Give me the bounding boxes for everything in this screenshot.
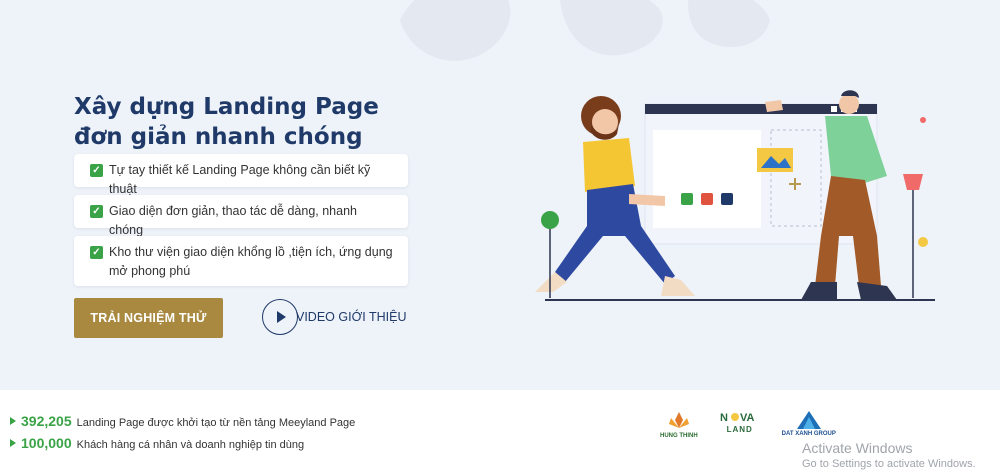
video-intro-label: VIDEO GIỚI THIỆU xyxy=(296,310,407,324)
hero-illustration xyxy=(535,90,935,301)
feature-text: Tự tay thiết kế Landing Page không cần b… xyxy=(109,163,371,196)
feature-item: ✓ Giao diện đơn giản, thao tác dễ dàng, … xyxy=(74,195,408,237)
partner-novaland: N VA LAND xyxy=(720,410,760,434)
feature-item: ✓ Kho thư viện giao diện khổng lồ ,tiện … xyxy=(74,236,408,286)
check-icon: ✓ xyxy=(90,246,103,259)
hero-section: Xây dựng Landing Page đơn giản nhanh chó… xyxy=(0,0,1000,390)
triangle-right-icon xyxy=(10,439,16,447)
triangle-right-icon xyxy=(10,417,16,425)
partner-logos: HUNG THINH N VA LAND DAT XANH GROUP xyxy=(660,410,836,439)
svg-text:N: N xyxy=(720,412,728,424)
partner-name: HUNG THINH xyxy=(660,433,698,439)
datxanh-logo-icon xyxy=(796,411,821,429)
world-map-icon xyxy=(400,0,770,61)
check-icon: ✓ xyxy=(90,205,103,218)
stat-text: Landing Page được khởi tạo từ nền tảng M… xyxy=(76,417,356,429)
activate-windows-watermark: Activate Windows Go to Settings to activ… xyxy=(802,440,976,472)
stat-item: 100,000 Khách hàng cá nhân và doanh nghi… xyxy=(10,435,355,457)
svg-text:VA: VA xyxy=(740,412,755,424)
partner-name: DAT XANH GROUP xyxy=(781,431,836,437)
lotus-logo-icon xyxy=(668,412,689,428)
check-icon: ✓ xyxy=(90,164,103,177)
partner-hung-thinh: HUNG THINH xyxy=(660,410,698,439)
watermark-subtitle: Go to Settings to activate Windows. xyxy=(802,458,976,470)
novaland-logo-icon: N VA xyxy=(720,412,755,424)
stat-number: 392,205 xyxy=(21,413,72,429)
stat-text: Khách hàng cá nhân và doanh nghiệp tin d… xyxy=(76,439,305,451)
partner-dat-xanh: DAT XANH GROUP xyxy=(782,410,836,437)
watermark-title: Activate Windows xyxy=(802,440,913,456)
feature-text: Kho thư viện giao diện khổng lồ ,tiện íc… xyxy=(109,245,393,278)
stat-item: 392,205 Landing Page được khởi tạo từ nề… xyxy=(10,413,355,435)
play-icon[interactable] xyxy=(262,299,298,335)
feature-text: Giao diện đơn giản, thao tác dễ dàng, nh… xyxy=(109,204,357,237)
partner-name: LAND xyxy=(726,425,753,434)
stats-list: 392,205 Landing Page được khởi tạo từ nề… xyxy=(10,413,355,457)
video-intro-link[interactable]: VIDEO GIỚI THIỆU xyxy=(262,299,407,335)
stat-number: 100,000 xyxy=(21,435,72,451)
feature-item: ✓ Tự tay thiết kế Landing Page không cần… xyxy=(74,154,408,196)
try-now-button[interactable]: TRẢI NGHIỆM THỬ xyxy=(74,298,223,338)
